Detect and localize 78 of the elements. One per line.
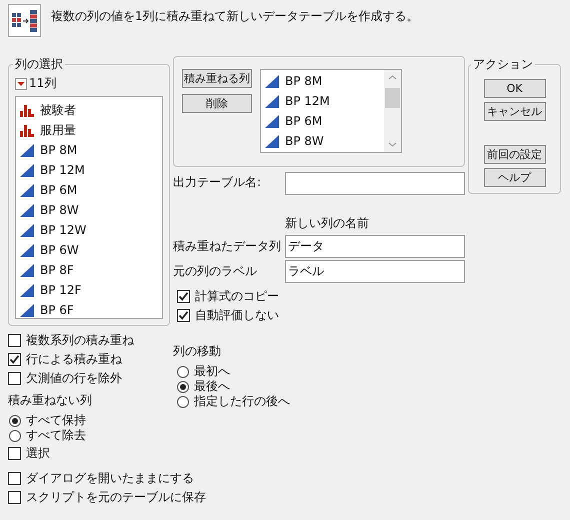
column-item[interactable]: BP 6M	[285, 114, 322, 128]
bar-chart-icon	[20, 104, 34, 116]
radio-button[interactable]	[177, 380, 189, 392]
radio-label: すべて除去	[26, 427, 86, 444]
checkbox-label: 計算式のコピー	[195, 288, 279, 305]
radio-label: 最初へ	[194, 363, 230, 380]
checkbox[interactable]	[8, 472, 21, 485]
column-item[interactable]: BP 12W	[40, 223, 86, 237]
dialog-button[interactable]: キャンセル	[484, 102, 546, 121]
output-table-field[interactable]	[285, 172, 465, 195]
checkbox-label: 自動評価しない	[195, 307, 279, 324]
bar-chart-icon	[20, 124, 34, 136]
section-heading: 新しい列の名前	[285, 215, 370, 232]
panel-title: 列の選択	[14, 56, 64, 73]
dialog-button[interactable]: ヘルプ	[484, 168, 546, 187]
radio-label: 最後へ	[194, 378, 230, 395]
triangle-icon	[265, 74, 279, 88]
field-label: 元の列のラベル	[173, 263, 258, 280]
radio-label: 指定した行の後へ	[194, 393, 290, 410]
checkbox-label: ダイアログを開いたままにする	[26, 470, 194, 487]
column-item[interactable]: BP 8M	[285, 74, 322, 88]
section-heading: 積み重ねない列	[8, 392, 93, 409]
column-item[interactable]: BP 12M	[285, 94, 330, 108]
triangle-icon	[20, 244, 34, 256]
column-item[interactable]: 服用量	[40, 122, 76, 138]
field-label: 積み重ねたデータ列	[173, 238, 282, 255]
column-item[interactable]: BP 6F	[40, 303, 74, 317]
triangle-icon	[20, 164, 34, 176]
output-table-label: 出力テーブル名:	[173, 174, 262, 191]
triangle-icon	[265, 114, 279, 128]
remove-button[interactable]: 削除	[182, 94, 252, 113]
triangle-icon	[20, 224, 34, 236]
checkbox-label: 欠測値の行を除外	[26, 370, 122, 387]
column-item[interactable]: BP 12F	[40, 283, 82, 297]
checkbox-label: 行による積み重ね	[26, 351, 122, 368]
column-item[interactable]: BP 6M	[40, 183, 78, 197]
checkbox[interactable]	[8, 353, 21, 366]
radio-button[interactable]	[177, 396, 189, 408]
radio-label: すべて保持	[26, 412, 86, 429]
stack-columns-button[interactable]: 積み重ねる列	[182, 69, 252, 88]
checkbox[interactable]	[177, 309, 190, 322]
panel-title: アクション	[472, 56, 534, 73]
triangle-icon	[265, 134, 279, 148]
column-item[interactable]: BP 8F	[40, 263, 74, 277]
dropdown-icon[interactable]	[15, 78, 27, 90]
column-item[interactable]: BP 8W	[40, 203, 79, 217]
column-item[interactable]: BP 12M	[40, 163, 85, 177]
radio-button[interactable]	[9, 430, 21, 442]
checkbox[interactable]	[8, 491, 21, 504]
stack-icon	[8, 4, 41, 37]
checkbox-label: スクリプトを元のテーブルに保存	[26, 489, 206, 506]
radio-button[interactable]	[9, 414, 21, 426]
checkbox-label: 複数系列の積み重ね	[26, 332, 134, 349]
column-name-field[interactable]: データ	[285, 235, 465, 258]
checkbox[interactable]	[8, 372, 21, 385]
dialog-button[interactable]: 前回の設定	[484, 145, 546, 164]
triangle-icon	[20, 284, 34, 296]
checkbox-label: 選択	[26, 445, 50, 462]
checkbox[interactable]	[8, 334, 21, 347]
scrollbar[interactable]	[384, 70, 401, 152]
triangle-icon	[20, 144, 34, 156]
column-item[interactable]: 被験者	[40, 102, 76, 118]
triangle-icon	[20, 264, 34, 276]
dialog-button[interactable]: OK	[484, 79, 546, 98]
column-item[interactable]: BP 8W	[285, 134, 324, 148]
triangle-icon	[265, 94, 279, 108]
triangle-icon	[20, 204, 34, 216]
triangle-icon	[20, 304, 34, 316]
column-item[interactable]: BP 8M	[40, 143, 78, 157]
triangle-icon	[20, 184, 34, 196]
radio-button[interactable]	[177, 366, 189, 378]
column-item[interactable]: BP 6W	[40, 243, 79, 257]
column-name-field[interactable]: ラベル	[285, 260, 465, 283]
section-heading: 列の移動	[173, 343, 222, 360]
column-count: 11列	[29, 75, 56, 92]
dialog-description: 複数の列の値を1列に積み重ねて新しいデータテーブルを作成する。	[51, 8, 419, 25]
checkbox[interactable]	[8, 447, 21, 460]
checkbox[interactable]	[177, 290, 190, 303]
